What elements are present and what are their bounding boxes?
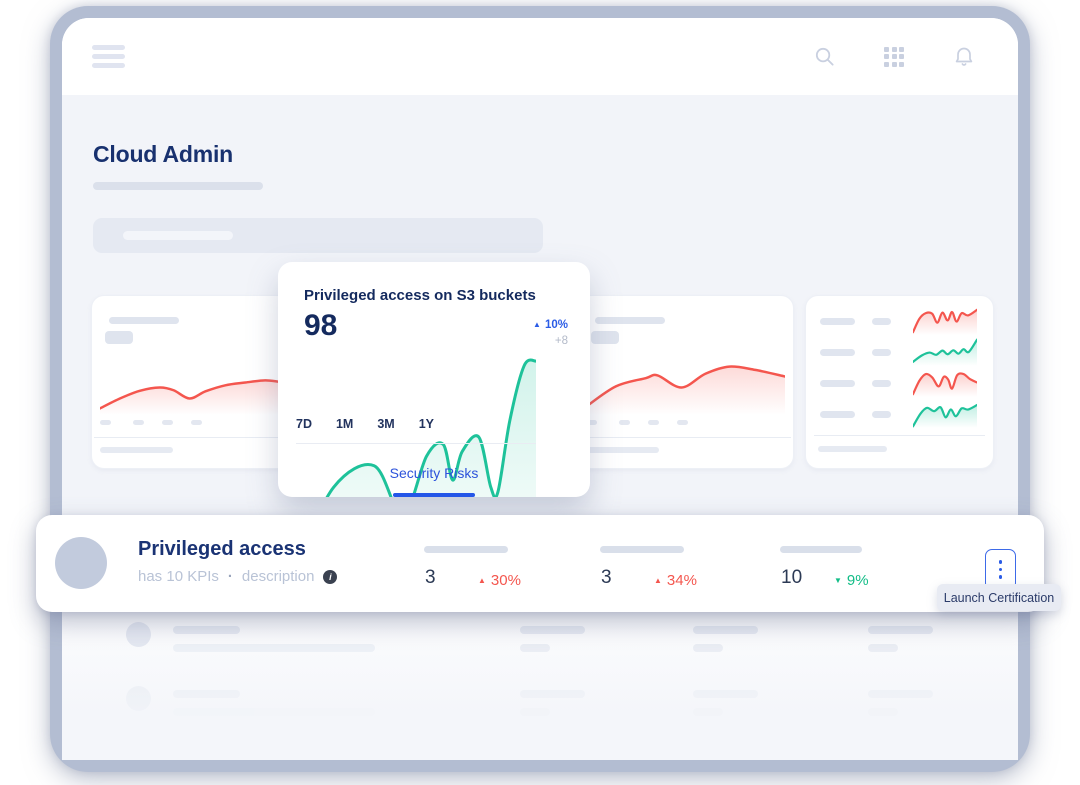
description-label: description (242, 568, 315, 585)
range-1y[interactable]: 1Y (419, 417, 434, 431)
range-3m[interactable]: 3M (377, 417, 394, 431)
range-skeleton (677, 420, 688, 425)
dashboard-screenshot: Cloud Admin (0, 0, 1080, 785)
trend-down-icon: ▼ (834, 577, 842, 585)
row-value-skeleton (872, 380, 891, 387)
stat-delta: ▲ 30% (478, 572, 521, 589)
privileged-access-popup-card[interactable]: Privileged access on S3 buckets 98 ▲ 10%… (278, 262, 590, 497)
row-title: Privileged access (138, 538, 306, 561)
active-tab-indicator (393, 493, 475, 497)
row-label-skeleton (820, 349, 855, 356)
card-footer-skeleton (100, 447, 173, 453)
list-item[interactable] (62, 622, 1018, 682)
stat-delta-value: 9% (847, 572, 869, 589)
stat-delta-value: 34% (667, 572, 697, 589)
range-skeleton (162, 420, 173, 425)
tab-security-risks[interactable]: Security Risks (278, 465, 590, 481)
stat-value: 3 (425, 567, 436, 589)
row-title-skeleton (173, 626, 240, 634)
time-range-selector: 7D 1M 3M 1Y (296, 417, 434, 431)
stat-label-skeleton (780, 546, 862, 553)
range-skeleton (648, 420, 659, 425)
stat-label-skeleton (424, 546, 508, 553)
red-trend-chart (586, 360, 785, 415)
list-item[interactable] (62, 686, 1018, 746)
search-icon[interactable] (813, 45, 836, 68)
popup-title: Privileged access on S3 buckets (304, 287, 536, 304)
hamburger-menu-icon[interactable] (92, 45, 125, 68)
stat-delta: ▲ 34% (654, 572, 697, 589)
card-footer-skeleton (818, 446, 887, 452)
row-title-skeleton (173, 690, 240, 698)
row-subtitle: has 10 KPIs · description i (138, 568, 337, 585)
kpi-card-skeleton[interactable] (92, 296, 307, 468)
trend-up-icon: ▲ (654, 577, 662, 585)
apps-grid-icon[interactable] (884, 47, 904, 67)
green-sparkline (913, 338, 977, 366)
red-trend-chart (100, 360, 299, 415)
green-sparkline (913, 400, 977, 428)
avatar (55, 537, 107, 589)
sparkline-list-card-skeleton[interactable] (806, 296, 993, 468)
top-bar (62, 18, 1018, 95)
avatar (126, 622, 151, 647)
top-bar-actions (813, 45, 976, 69)
row-label-skeleton (820, 318, 855, 325)
search-placeholder-skeleton (123, 231, 233, 240)
row-label-skeleton (820, 380, 855, 387)
page-title: Cloud Admin (93, 141, 233, 168)
trend-up-icon: ▲ (478, 577, 486, 585)
card-footer-skeleton (586, 447, 659, 453)
popup-delta-sub: +8 (555, 335, 568, 347)
privileged-access-row[interactable]: Privileged access has 10 KPIs · descript… (36, 515, 1044, 612)
stat-label-skeleton (600, 546, 684, 553)
card-title-skeleton (595, 317, 665, 324)
stat-value: 10 (781, 567, 802, 589)
card-divider (814, 435, 985, 436)
kpi-list-skeleton-rows (62, 612, 1018, 760)
separator-dot: · (228, 568, 233, 585)
card-value-skeleton (591, 331, 619, 344)
row-value-skeleton (872, 318, 891, 325)
green-trend-chart (298, 342, 536, 412)
range-skeleton (619, 420, 630, 425)
popup-divider (296, 443, 536, 444)
stat-delta-value: 30% (491, 572, 521, 589)
trend-up-icon: ▲ (533, 321, 541, 329)
row-value-skeleton (872, 411, 891, 418)
popup-metric-value: 98 (304, 309, 337, 343)
card-title-skeleton (109, 317, 179, 324)
notifications-bell-icon[interactable] (952, 45, 976, 69)
row-subtitle-skeleton (173, 708, 375, 716)
kpi-count-label: has 10 KPIs (138, 568, 219, 585)
row-label-skeleton (820, 411, 855, 418)
stat-delta: ▼ 9% (834, 572, 869, 589)
popup-delta: ▲ 10% (533, 319, 568, 331)
kpi-card-skeleton[interactable] (578, 296, 793, 468)
avatar (126, 686, 151, 711)
card-divider (94, 437, 305, 438)
range-1m[interactable]: 1M (336, 417, 353, 431)
red-sparkline (913, 369, 977, 397)
card-value-skeleton (105, 331, 133, 344)
popup-delta-value: 10% (545, 319, 568, 331)
range-skeleton (191, 420, 202, 425)
info-icon[interactable]: i (323, 570, 337, 584)
row-value-skeleton (872, 349, 891, 356)
subtitle-skeleton (93, 182, 263, 190)
row-subtitle-skeleton (173, 644, 375, 652)
range-7d[interactable]: 7D (296, 417, 312, 431)
card-divider (580, 437, 791, 438)
stat-value: 3 (601, 567, 612, 589)
range-skeleton (133, 420, 144, 425)
red-sparkline (913, 307, 977, 335)
launch-certification-tooltip: Launch Certification (937, 584, 1061, 611)
range-skeleton (100, 420, 111, 425)
